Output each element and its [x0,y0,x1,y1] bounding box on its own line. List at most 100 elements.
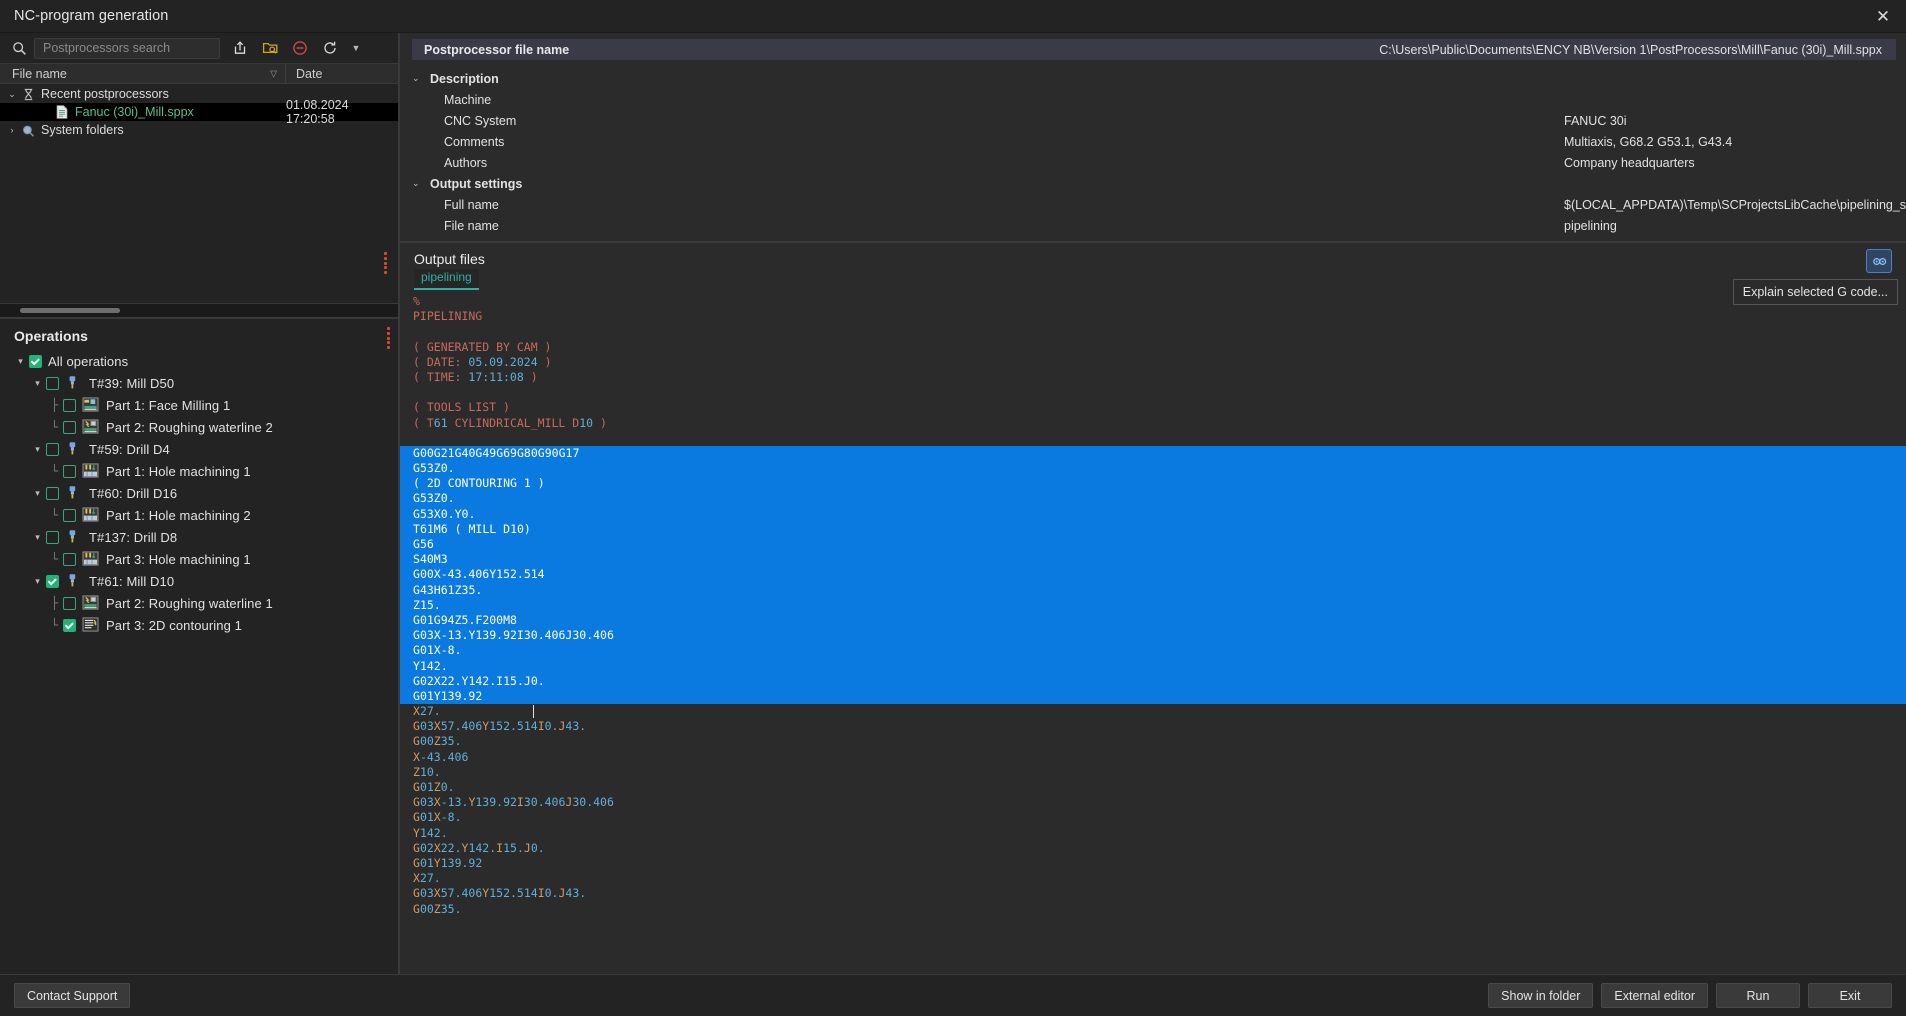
gcode-line[interactable]: % [413,294,1906,309]
gcode-line[interactable]: G56 [413,537,1906,552]
gcode-line[interactable]: G01Y139.92 [413,856,1906,871]
gcode-line[interactable]: ( GENERATED BY CAM ) [413,340,1906,355]
chevron-right-icon[interactable]: › [4,125,20,135]
operation-row[interactable]: ▾T#137: Drill D8 [12,526,398,548]
gcode-line[interactable]: G00G21G40G49G69G80G90G17 [413,446,1906,461]
gcode-line[interactable]: G03X-13.Y139.92I30.406J30.406 [413,795,1906,810]
operation-row[interactable]: ├Part 2: Roughing waterline 1 [12,592,398,614]
gcode-line[interactable]: G00X-43.406Y152.514 [413,567,1906,582]
search-box[interactable] [34,38,220,59]
operation-checkbox[interactable] [63,421,76,434]
operation-row[interactable]: ▾T#59: Drill D4 [12,438,398,460]
gcode-line[interactable]: G01G94Z5.F200M8 [413,613,1906,628]
gcode-line[interactable]: G01Y139.92 [413,689,1906,704]
gcode-line[interactable]: ( TOOLS LIST ) [413,400,1906,415]
chevron-down-icon[interactable]: ▾ [29,489,46,498]
operation-checkbox[interactable] [63,465,76,478]
gcode-line[interactable]: ( 2D CONTOURING 1 ) [413,476,1906,491]
operation-row[interactable]: ▾T#39: Mill D50 [12,372,398,394]
operation-checkbox[interactable] [63,597,76,610]
gcode-line[interactable]: G01X-8. [413,643,1906,658]
external-editor-button[interactable]: External editor [1601,983,1708,1008]
gcode-line[interactable]: Z15. [413,598,1906,613]
chevron-down-icon[interactable]: ⌄ [412,73,426,84]
gcode-viewer[interactable]: %PIPELINING ( GENERATED BY CAM )( DATE: … [400,294,1906,974]
operation-checkbox[interactable] [63,619,76,632]
gcode-line[interactable]: ( TIME: 17:11:08 ) [413,370,1906,385]
tab-pipelining[interactable]: pipelining [414,269,479,290]
operation-checkbox[interactable] [63,553,76,566]
chevron-down-icon[interactable]: ▾ [12,357,29,366]
postprocessor-tree[interactable]: ⌄Recent postprocessorsFanuc (30i)_Mill.s… [0,84,398,303]
column-header-date[interactable]: Date [286,67,322,81]
details-row[interactable]: File namepipelining [412,215,1896,236]
gcode-line[interactable]: X-43.406 [413,750,1906,765]
operation-checkbox[interactable] [46,575,59,588]
run-button[interactable]: Run [1716,983,1800,1008]
gcode-line[interactable]: PIPELINING [413,309,1906,324]
chevron-down-icon[interactable]: ⌄ [4,89,20,100]
gcode-line[interactable]: G53X0.Y0. [413,507,1906,522]
gcode-text[interactable]: %PIPELINING ( GENERATED BY CAM )( DATE: … [408,294,1906,917]
chevron-down-icon[interactable]: ▾ [29,445,46,454]
operation-checkbox[interactable] [63,399,76,412]
gcode-line[interactable] [413,385,1906,400]
details-row[interactable]: AuthorsCompany headquarters [412,152,1896,173]
chevron-down-icon[interactable]: ▾ [29,577,46,586]
operation-row[interactable]: └Part 3: 2D contouring 1 [12,614,398,636]
details-row[interactable]: Full name$(LOCAL_APPDATA)\Temp\SCProject… [412,194,1896,215]
postprocessor-row[interactable]: Fanuc (30i)_Mill.sppx01.08.2024 17:20:58 [0,103,398,121]
operation-checkbox[interactable] [46,531,59,544]
operation-checkbox[interactable] [46,443,59,456]
operation-row[interactable]: └Part 1: Hole machining 2 [12,504,398,526]
gcode-line[interactable]: G00Z35. [413,902,1906,917]
operations-tree[interactable]: ▾All operations▾T#39: Mill D50├Part 1: F… [0,350,398,974]
gcode-line[interactable]: G53Z0. [413,491,1906,506]
gcode-line[interactable] [413,324,1906,339]
details-row[interactable]: Machine [412,89,1896,110]
details-group-row[interactable]: ⌄Description [412,68,1896,89]
gcode-line[interactable]: G01Z0. [413,780,1906,795]
show-in-folder-button[interactable]: Show in folder [1488,983,1593,1008]
gcode-line[interactable]: Y142. [413,826,1906,841]
chevron-down-icon[interactable]: ▾ [29,379,46,388]
output-panel-grip[interactable] [384,252,390,274]
postprocessor-horizontal-scrollbar[interactable] [0,303,398,317]
panel-resize-grip[interactable] [386,327,392,349]
gcode-line[interactable]: X27. [413,704,1906,719]
gcode-line[interactable]: X27. [413,871,1906,886]
chevron-down-icon[interactable]: ⌄ [412,178,426,189]
gcode-line[interactable]: Y142. [413,659,1906,674]
details-row[interactable]: CommentsMultiaxis, G68.2 G53.1, G43.4 [412,131,1896,152]
operation-row[interactable]: ▾T#61: Mill D10 [12,570,398,592]
column-header-file-name[interactable]: File name ▽ [0,64,286,83]
details-row[interactable]: Folder$(LOCAL_APPDATA)\Temp\SCProjectsLi… [412,236,1896,243]
gcode-line[interactable]: ( DATE: 05.09.2024 ) [413,355,1906,370]
operation-row[interactable]: └Part 3: Hole machining 1 [12,548,398,570]
operation-row[interactable]: └Part 1: Hole machining 1 [12,460,398,482]
gcode-line[interactable]: G53Z0. [413,461,1906,476]
gcode-line[interactable]: G03X57.406Y152.514I0.J43. [413,719,1906,734]
gcode-line[interactable]: G01X-8. [413,810,1906,825]
contact-support-button[interactable]: Contact Support [14,983,130,1008]
operation-checkbox[interactable] [46,487,59,500]
gcode-line[interactable]: S40M3 [413,552,1906,567]
gcode-line[interactable]: G03X57.406Y152.514I0.J43. [413,886,1906,901]
remove-icon[interactable] [288,36,312,60]
operation-row[interactable]: ▾T#60: Drill D16 [12,482,398,504]
operation-checkbox[interactable] [46,377,59,390]
gcode-line[interactable]: ( T61 CYLINDRICAL_MILL D10 ) [413,416,1906,431]
open-folder-search-icon[interactable] [258,36,282,60]
operation-row[interactable]: └Part 2: Roughing waterline 2 [12,416,398,438]
gcode-line[interactable]: G02X22.Y142.I15.J0. [413,674,1906,689]
search-input[interactable] [41,40,213,56]
operation-checkbox[interactable] [63,509,76,522]
details-group-row[interactable]: ⌄Output settings [412,173,1896,194]
gcode-line[interactable]: Z10. [413,765,1906,780]
scrollbar-thumb[interactable] [20,308,120,313]
postprocessor-row[interactable]: ›System folders [0,121,398,139]
gcode-line[interactable]: G03X-13.Y139.92I30.406J30.406 [413,628,1906,643]
details-row[interactable]: CNC SystemFANUC 30i [412,110,1896,131]
gcode-line[interactable]: T61M6 ( MILL D10) [413,522,1906,537]
refresh-icon[interactable] [318,36,342,60]
